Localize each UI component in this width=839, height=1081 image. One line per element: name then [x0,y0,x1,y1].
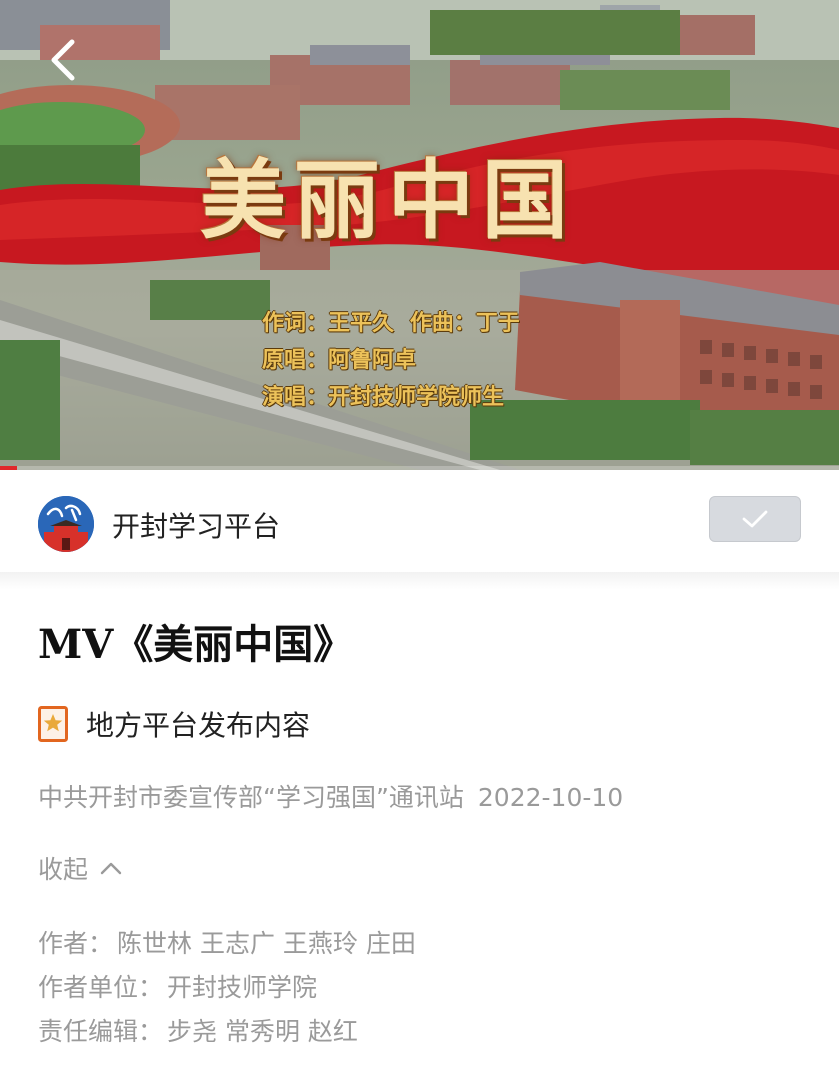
credits-row-1: 作词：王平久 作曲：丁于 [262,305,528,342]
channel-name[interactable]: 开封学习平台 [112,505,280,545]
collapse-label: 收起 [38,855,89,884]
editor-label: 责任编辑： [38,1017,164,1046]
article-title: MV《美丽中国》 [38,621,354,668]
back-button[interactable] [40,30,90,90]
composer-credit: 作曲：丁于 [409,311,520,336]
star-bookmark-icon [38,706,68,742]
video-title-overlay: 美丽中国 [200,150,576,251]
chevron-up-icon [100,862,122,875]
editor-row: 责任编辑： 步尧 常秀明 赵红 [38,1010,416,1054]
author-label: 作者： [38,929,114,958]
author-value: 陈世林 王志广 王燕玲 庄田 [117,929,416,958]
kaifeng-logo-icon [38,496,94,552]
subscribed-button[interactable] [709,496,801,542]
original-singer-credit: 原唱：阿鲁阿卓 [262,348,417,373]
performer-credit: 演唱：开封技师学院师生 [262,385,505,410]
publish-date: 2022-10-10 [477,783,624,812]
source-tag: 地方平台发布内容 [38,704,310,744]
video-player[interactable]: 美丽中国 作词：王平久 作曲：丁于 原唱：阿鲁阿卓 演唱：开封技师学院师生 [0,0,839,470]
editor-value: 步尧 常秀明 赵红 [167,1017,358,1046]
article-info-list: 作者： 陈世林 王志广 王燕玲 庄田 作者单位： 开封技师学院 责任编辑： 步尧 常秀… [38,922,416,1054]
credits-row-3: 演唱：开封技师学院师生 [262,379,528,416]
credits-row-2: 原唱：阿鲁阿卓 [262,342,528,379]
channel-avatar[interactable] [38,496,94,552]
section-divider [0,572,839,590]
author-unit-row: 作者单位： 开封技师学院 [38,966,416,1010]
chevron-left-icon [51,39,75,81]
lyricist-credit: 作词：王平久 [262,311,395,336]
article-meta: 中共开封市委宣传部“学习强国”通讯站 2022-10-10 [38,778,623,814]
source-tag-label: 地方平台发布内容 [86,709,311,742]
author-unit-value: 开封技师学院 [167,973,318,1002]
video-credits: 作词：王平久 作曲：丁于 原唱：阿鲁阿卓 演唱：开封技师学院师生 [262,305,528,416]
publisher-name: 中共开封市委宣传部“学习强国”通讯站 [38,783,464,812]
check-icon [742,510,768,528]
author-row: 作者： 陈世林 王志广 王燕玲 庄田 [38,922,416,966]
author-unit-label: 作者单位： [38,973,164,1002]
channel-bar: 开封学习平台 [0,470,839,572]
collapse-toggle[interactable]: 收起 [38,850,122,886]
